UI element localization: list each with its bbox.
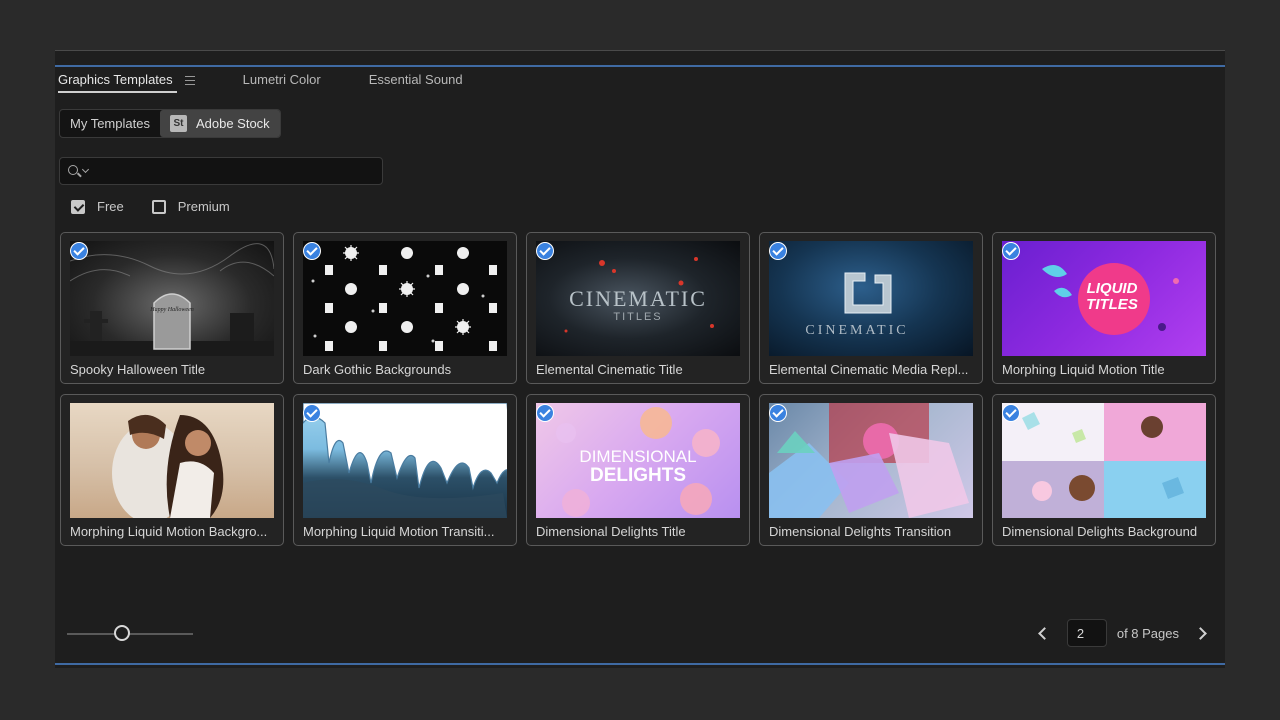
- template-card[interactable]: Dimensional Delights Background: [992, 394, 1216, 546]
- template-title: Morphing Liquid Motion Title: [1002, 362, 1165, 377]
- template-card[interactable]: LIQUID TITLES Morphing Liquid Motion Tit…: [992, 232, 1216, 384]
- template-title: Dimensional Delights Transition: [769, 524, 952, 539]
- search-box: [59, 157, 383, 185]
- template-card[interactable]: Dark Gothic Backgrounds: [293, 232, 517, 384]
- slider-handle[interactable]: [114, 625, 130, 641]
- my-templates-button[interactable]: My Templates: [60, 110, 160, 137]
- tab-label: Lumetri Color: [242, 72, 321, 87]
- template-thumbnail: [769, 403, 973, 518]
- source-toggle: My Templates St Adobe Stock: [59, 109, 281, 138]
- template-thumbnail: [303, 403, 507, 518]
- template-card[interactable]: Happy Halloween Spooky Halloween Title: [60, 232, 284, 384]
- template-thumbnail: CINEMATIC: [769, 241, 973, 356]
- selected-check-icon[interactable]: [1002, 404, 1020, 422]
- previous-page-button[interactable]: [1033, 620, 1053, 646]
- thumbnail-text: DIMENSIONAL: [579, 447, 697, 466]
- thumbnail-size-slider[interactable]: [67, 625, 195, 643]
- search-icon[interactable]: [68, 165, 78, 175]
- selected-check-icon[interactable]: [1002, 242, 1020, 260]
- hamburger-menu-icon[interactable]: [184, 76, 195, 86]
- selected-check-icon[interactable]: [536, 242, 554, 260]
- tab-label: Graphics Templates: [58, 72, 173, 87]
- panel-bottom-border: [55, 663, 1225, 665]
- template-thumbnail: DIMENSIONAL DELIGHTS: [536, 403, 740, 518]
- slider-track[interactable]: [67, 633, 193, 635]
- thumbnail-subtext: TITLES: [613, 311, 663, 323]
- page-number-input[interactable]: [1066, 619, 1107, 647]
- panel-tabs: Graphics Templates Lumetri Color Essenti…: [58, 71, 511, 93]
- premium-label: Premium: [177, 199, 230, 214]
- template-card[interactable]: CINEMATIC Elemental Cinematic Media Repl…: [759, 232, 983, 384]
- template-thumbnail: CINEMATIC TITLES: [536, 241, 740, 356]
- template-title: Dimensional Delights Title: [536, 524, 686, 539]
- template-thumbnail: LIQUID TITLES: [1002, 241, 1206, 356]
- selected-check-icon[interactable]: [303, 242, 321, 260]
- template-title: Morphing Liquid Motion Backgro...: [70, 524, 268, 539]
- adobe-stock-label: Adobe Stock: [195, 116, 270, 131]
- premium-filter[interactable]: Premium: [151, 199, 230, 214]
- graphics-templates-panel: Graphics Templates Lumetri Color Essenti…: [55, 50, 1225, 668]
- selected-check-icon[interactable]: [303, 404, 321, 422]
- selected-check-icon[interactable]: [769, 242, 787, 260]
- chevron-down-icon[interactable]: [81, 165, 90, 174]
- tab-graphics-templates[interactable]: Graphics Templates: [58, 71, 195, 93]
- template-thumbnail: Happy Halloween: [70, 241, 274, 356]
- premium-checkbox[interactable]: [151, 199, 166, 214]
- selected-check-icon[interactable]: [70, 242, 88, 260]
- tab-label: Essential Sound: [368, 72, 463, 87]
- license-filters: Free Premium: [71, 199, 258, 214]
- selected-check-icon[interactable]: [536, 404, 554, 422]
- free-checkbox[interactable]: [71, 199, 85, 214]
- template-card[interactable]: Dimensional Delights Transition: [759, 394, 983, 546]
- pagination: of 8 Pages: [1033, 619, 1213, 647]
- adobe-stock-button[interactable]: St Adobe Stock: [159, 110, 280, 137]
- template-title: Spooky Halloween Title: [70, 362, 206, 377]
- template-thumbnail: [70, 403, 274, 518]
- my-templates-label: My Templates: [70, 116, 150, 131]
- thumbnail-text: Happy Halloween: [150, 307, 194, 313]
- page-count-label: of 8 Pages: [1116, 625, 1179, 641]
- template-title: Dimensional Delights Background: [1002, 524, 1198, 539]
- thumbnail-text: CINEMATIC: [569, 286, 707, 311]
- tab-lumetri-color[interactable]: Lumetri Color: [243, 71, 321, 93]
- tab-essential-sound[interactable]: Essential Sound: [369, 71, 463, 93]
- template-card[interactable]: Morphing Liquid Motion Backgro...: [60, 394, 284, 546]
- template-title: Elemental Cinematic Media Repl...: [769, 362, 969, 377]
- free-filter[interactable]: Free: [71, 199, 124, 214]
- selected-check-icon[interactable]: [769, 404, 787, 422]
- adobe-stock-icon: St: [169, 115, 187, 132]
- template-title: Dark Gothic Backgrounds: [303, 362, 452, 377]
- next-page-button[interactable]: [1193, 620, 1213, 646]
- template-thumbnail: [303, 241, 507, 356]
- template-title: Elemental Cinematic Title: [536, 362, 683, 377]
- free-label: Free: [97, 199, 124, 214]
- thumbnail-text: CINEMATIC: [805, 323, 909, 338]
- template-title: Morphing Liquid Motion Transiti...: [303, 524, 495, 539]
- search-input[interactable]: [96, 162, 376, 180]
- panel-top-border: [55, 65, 1225, 67]
- thumbnail-subtext: DELIGHTS: [589, 465, 687, 486]
- template-card[interactable]: Morphing Liquid Motion Transiti...: [293, 394, 517, 546]
- template-thumbnail: [1002, 403, 1206, 518]
- template-card[interactable]: CINEMATIC TITLES Elemental Cinematic Tit…: [526, 232, 750, 384]
- thumbnail-text: LIQUID TITLES: [1086, 280, 1138, 313]
- template-card[interactable]: DIMENSIONAL DELIGHTS Dimensional Delight…: [526, 394, 750, 546]
